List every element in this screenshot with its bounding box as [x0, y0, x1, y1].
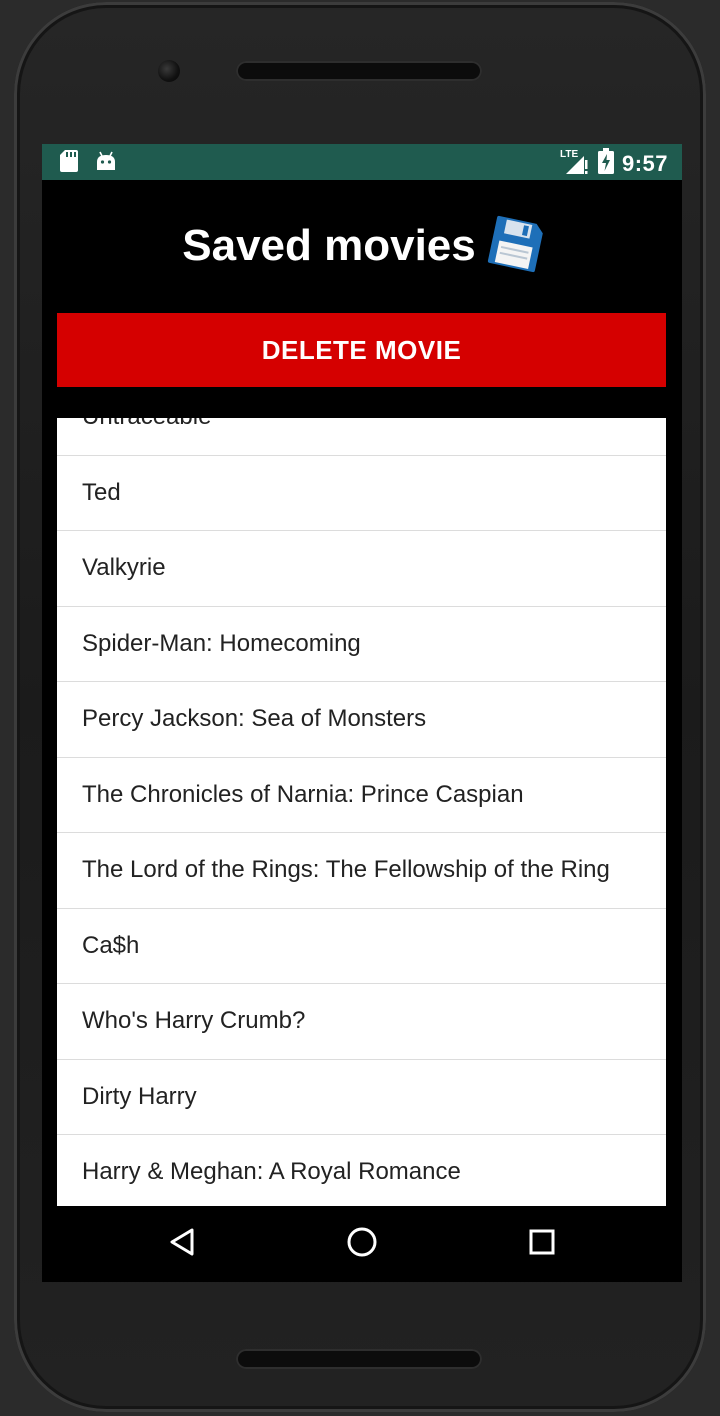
movie-title: Untraceable	[82, 418, 211, 431]
home-icon	[346, 1226, 378, 1263]
navigation-bar	[42, 1206, 682, 1282]
movie-list-item[interactable]: Valkyrie	[57, 531, 666, 607]
back-icon	[168, 1227, 196, 1262]
status-time: 9:57	[621, 150, 668, 176]
app-header: Saved movies	[42, 180, 682, 312]
movie-list-item[interactable]: Ted	[57, 456, 666, 531]
signal-icon: LTE	[560, 147, 590, 180]
status-bar: LTE 9:57	[42, 144, 682, 180]
bottom-speaker	[236, 1349, 482, 1369]
movie-title: The Chronicles of Narnia: Prince Caspian	[82, 780, 524, 808]
movie-list-item[interactable]: Ca$h	[57, 909, 666, 984]
earpiece-speaker	[236, 61, 482, 81]
movie-title: Dirty Harry	[82, 1082, 197, 1110]
home-button[interactable]	[338, 1220, 386, 1268]
movie-title: Valkyrie	[82, 554, 166, 582]
movie-list-item[interactable]: Untraceable	[57, 418, 666, 456]
network-type-label: LTE	[560, 149, 578, 160]
page-title: Saved movies	[182, 221, 476, 270]
movie-title: Harry & Meghan: A Royal Romance	[82, 1158, 461, 1186]
recents-icon	[528, 1228, 556, 1261]
saved-movies-list[interactable]: Untraceable Ted Valkyrie Spider-Man: Homeco…	[57, 418, 666, 1206]
movie-list-item[interactable]: Harry & Meghan: A Royal Romance	[57, 1135, 666, 1206]
floppy-disk-icon	[487, 215, 543, 275]
movie-list-item[interactable]: The Lord of the Rings: The Fellowship of…	[57, 833, 666, 909]
back-button[interactable]	[158, 1220, 206, 1268]
movie-list-item[interactable]: Who's Harry Crumb?	[57, 984, 666, 1060]
movie-list-item[interactable]: Dirty Harry	[57, 1060, 666, 1135]
android-icon	[96, 151, 116, 176]
delete-movie-button[interactable]: DELETE MOVIE	[57, 313, 666, 387]
movie-list-item[interactable]: Percy Jackson: Sea of Monsters	[57, 682, 666, 758]
movie-title: Ca$h	[82, 931, 140, 959]
sd-card-icon	[60, 150, 78, 177]
screen: LTE 9:57 Saved movies DELETE MOVIE Ted V…	[42, 144, 682, 1282]
front-camera	[158, 60, 180, 82]
battery-charging-icon	[597, 148, 614, 179]
movie-title: Percy Jackson: Sea of Monsters	[82, 705, 427, 733]
movie-title: The Lord of the Rings: The Fellowship of…	[82, 856, 610, 884]
recents-button[interactable]	[518, 1220, 566, 1268]
movie-list-item[interactable]: The Chronicles of Narnia: Prince Caspian	[57, 758, 666, 833]
movie-title: Spider-Man: Homecoming	[82, 629, 361, 657]
movie-list-item[interactable]: Spider-Man: Homecoming	[57, 607, 666, 682]
movie-title: Ted	[82, 478, 121, 506]
movie-title: Who's Harry Crumb?	[82, 1007, 306, 1035]
